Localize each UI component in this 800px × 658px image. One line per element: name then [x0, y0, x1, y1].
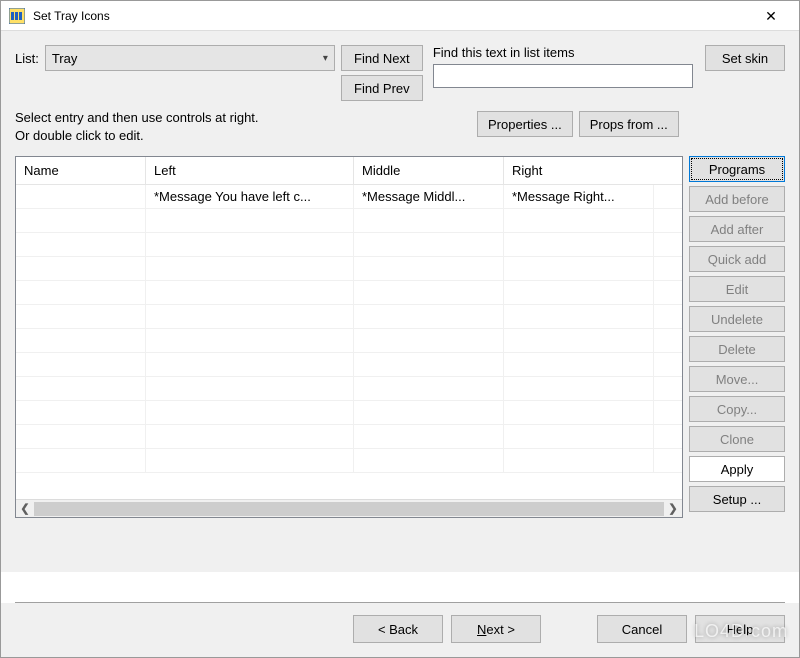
chevron-down-icon: ▾: [323, 53, 328, 64]
data-grid[interactable]: Name Left Middle Right *Message You have…: [15, 156, 683, 518]
scroll-left-icon[interactable]: ❮: [16, 500, 34, 517]
footer: < Back Next > Cancel Help: [1, 603, 799, 657]
list-combo-value: Tray: [52, 51, 78, 66]
props-from-button[interactable]: Props from ...: [579, 111, 679, 137]
footer-spacer: [549, 615, 589, 643]
side-buttons: Programs Add before Add after Quick add …: [689, 156, 785, 518]
help-button[interactable]: Help: [695, 615, 785, 643]
main-area: Name Left Middle Right *Message You have…: [15, 156, 785, 518]
add-before-button[interactable]: Add before: [689, 186, 785, 212]
table-row[interactable]: [16, 209, 682, 233]
cell-name: [16, 185, 146, 208]
col-left[interactable]: Left: [146, 157, 354, 184]
find-text-label: Find this text in list items: [433, 45, 693, 60]
grid-body: *Message You have left c... *Message Mid…: [16, 185, 682, 499]
properties-button[interactable]: Properties ...: [477, 111, 573, 137]
scroll-track[interactable]: [34, 500, 664, 517]
find-text-input[interactable]: [433, 64, 693, 88]
horizontal-scrollbar[interactable]: ❮ ❯: [16, 499, 682, 517]
find-buttons: Find Next Find Prev: [341, 45, 423, 101]
setup-button[interactable]: Setup ...: [689, 486, 785, 512]
delete-button[interactable]: Delete: [689, 336, 785, 362]
list-combo[interactable]: Tray ▾: [45, 45, 335, 71]
cell-right: *Message Right...: [504, 185, 654, 208]
find-block: Find this text in list items: [433, 45, 693, 88]
list-label: List:: [15, 45, 39, 66]
table-row[interactable]: *Message You have left c... *Message Mid…: [16, 185, 682, 209]
move-button[interactable]: Move...: [689, 366, 785, 392]
col-right[interactable]: Right: [504, 157, 654, 184]
scroll-thumb[interactable]: [34, 502, 664, 516]
undelete-button[interactable]: Undelete: [689, 306, 785, 332]
find-next-button[interactable]: Find Next: [341, 45, 423, 71]
next-button[interactable]: Next >: [451, 615, 541, 643]
content-area: List: Tray ▾ Find Next Find Prev Find th…: [1, 31, 799, 572]
cell-left: *Message You have left c...: [146, 185, 354, 208]
col-middle[interactable]: Middle: [354, 157, 504, 184]
props-row: Properties ... Props from ...: [477, 111, 679, 137]
quick-add-button[interactable]: Quick add: [689, 246, 785, 272]
top-row: List: Tray ▾ Find Next Find Prev Find th…: [15, 45, 785, 101]
add-after-button[interactable]: Add after: [689, 216, 785, 242]
edit-button[interactable]: Edit: [689, 276, 785, 302]
grid-header: Name Left Middle Right: [16, 157, 682, 185]
apply-button[interactable]: Apply: [689, 456, 785, 482]
cell-middle: *Message Middl...: [354, 185, 504, 208]
clone-button[interactable]: Clone: [689, 426, 785, 452]
programs-button[interactable]: Programs: [689, 156, 785, 182]
app-icon: [9, 8, 25, 24]
dialog-window: Set Tray Icons ✕ List: Tray ▾ Find Next …: [0, 0, 800, 658]
titlebar: Set Tray Icons ✕: [1, 1, 799, 31]
scroll-right-icon[interactable]: ❯: [664, 500, 682, 517]
window-title: Set Tray Icons: [33, 9, 751, 23]
set-skin-button[interactable]: Set skin: [705, 45, 785, 71]
copy-button[interactable]: Copy...: [689, 396, 785, 422]
close-button[interactable]: ✕: [751, 1, 791, 31]
back-button[interactable]: < Back: [353, 615, 443, 643]
find-prev-button[interactable]: Find Prev: [341, 75, 423, 101]
cancel-button[interactable]: Cancel: [597, 615, 687, 643]
col-name[interactable]: Name: [16, 157, 146, 184]
